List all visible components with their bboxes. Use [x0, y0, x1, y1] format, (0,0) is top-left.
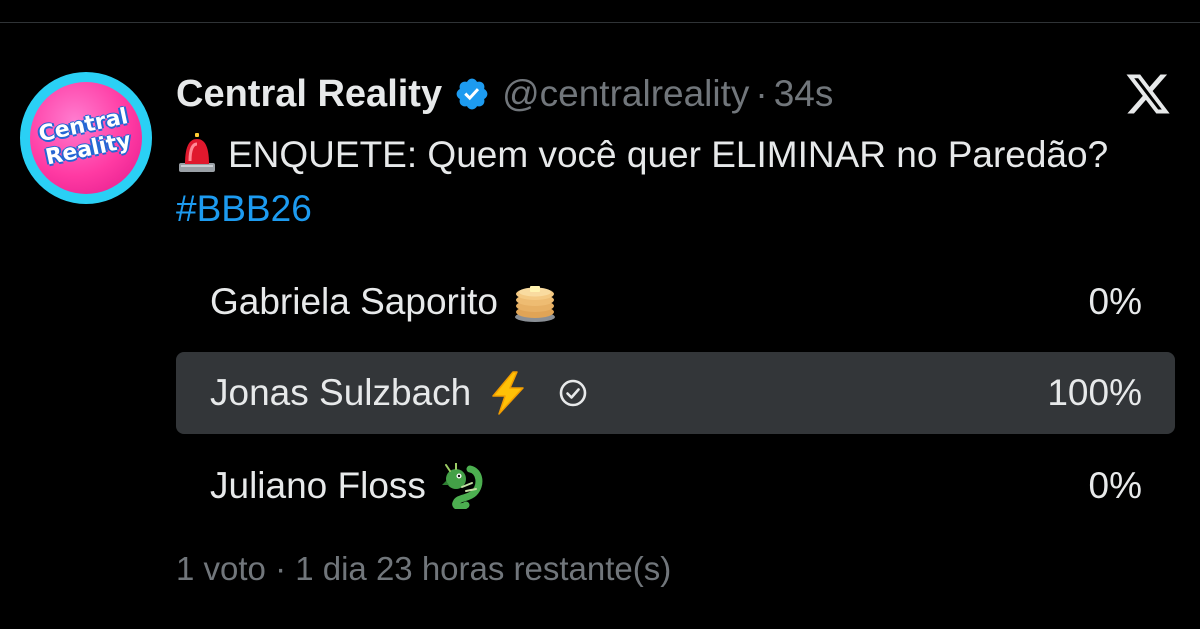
poll-footer: 1 voto · 1 dia 23 horas restante(s) [176, 550, 672, 587]
poll-option-label: Juliano Floss [210, 465, 426, 506]
verified-badge-icon[interactable] [454, 76, 490, 112]
poll-option-percent: 0% [1088, 281, 1142, 322]
tweet-text-main: ENQUETE: Quem você quer ELIMINAR no Pare… [228, 134, 1109, 175]
header-separator: · [755, 73, 768, 114]
check-circle-icon [559, 379, 587, 407]
poll-option-percent: 0% [1088, 465, 1142, 506]
tweet-header: Central Reality @centralreality · 34s [176, 70, 833, 118]
poll-option-label-row: Gabriela Saporito [210, 261, 558, 343]
poll-option[interactable]: Gabriela Saporito 0% [176, 261, 1175, 343]
poll-option-label-row: Jonas Sulzbach [210, 352, 589, 434]
pancakes-emoji [514, 286, 555, 322]
avatar[interactable]: Central Reality [20, 72, 152, 204]
siren-emoji [179, 133, 215, 172]
tweet-text: ENQUETE: Quem você quer ELIMINAR no Pare… [176, 128, 1116, 236]
author-name[interactable]: Central Reality [176, 73, 442, 116]
tweet-timestamp[interactable]: 34s [774, 73, 834, 115]
hashtag-link[interactable]: #BBB26 [176, 188, 312, 229]
poll-option-percent: 100% [1047, 372, 1142, 413]
avatar-logo-text: Central Reality [20, 72, 152, 204]
author-handle[interactable]: @centralreality [502, 73, 749, 115]
poll-option-label: Jonas Sulzbach [210, 372, 472, 413]
poll-option[interactable]: Juliano Floss 0% [176, 445, 1175, 527]
dragon-emoji [441, 463, 483, 509]
x-logo-icon [1126, 74, 1170, 114]
poll-option-label: Gabriela Saporito [210, 281, 498, 322]
top-divider [0, 22, 1200, 23]
high-voltage-emoji [492, 371, 524, 415]
poll-option-selected[interactable]: Jonas Sulzbach 100% [176, 352, 1175, 434]
poll-option-label-row: Juliano Floss [210, 445, 486, 527]
